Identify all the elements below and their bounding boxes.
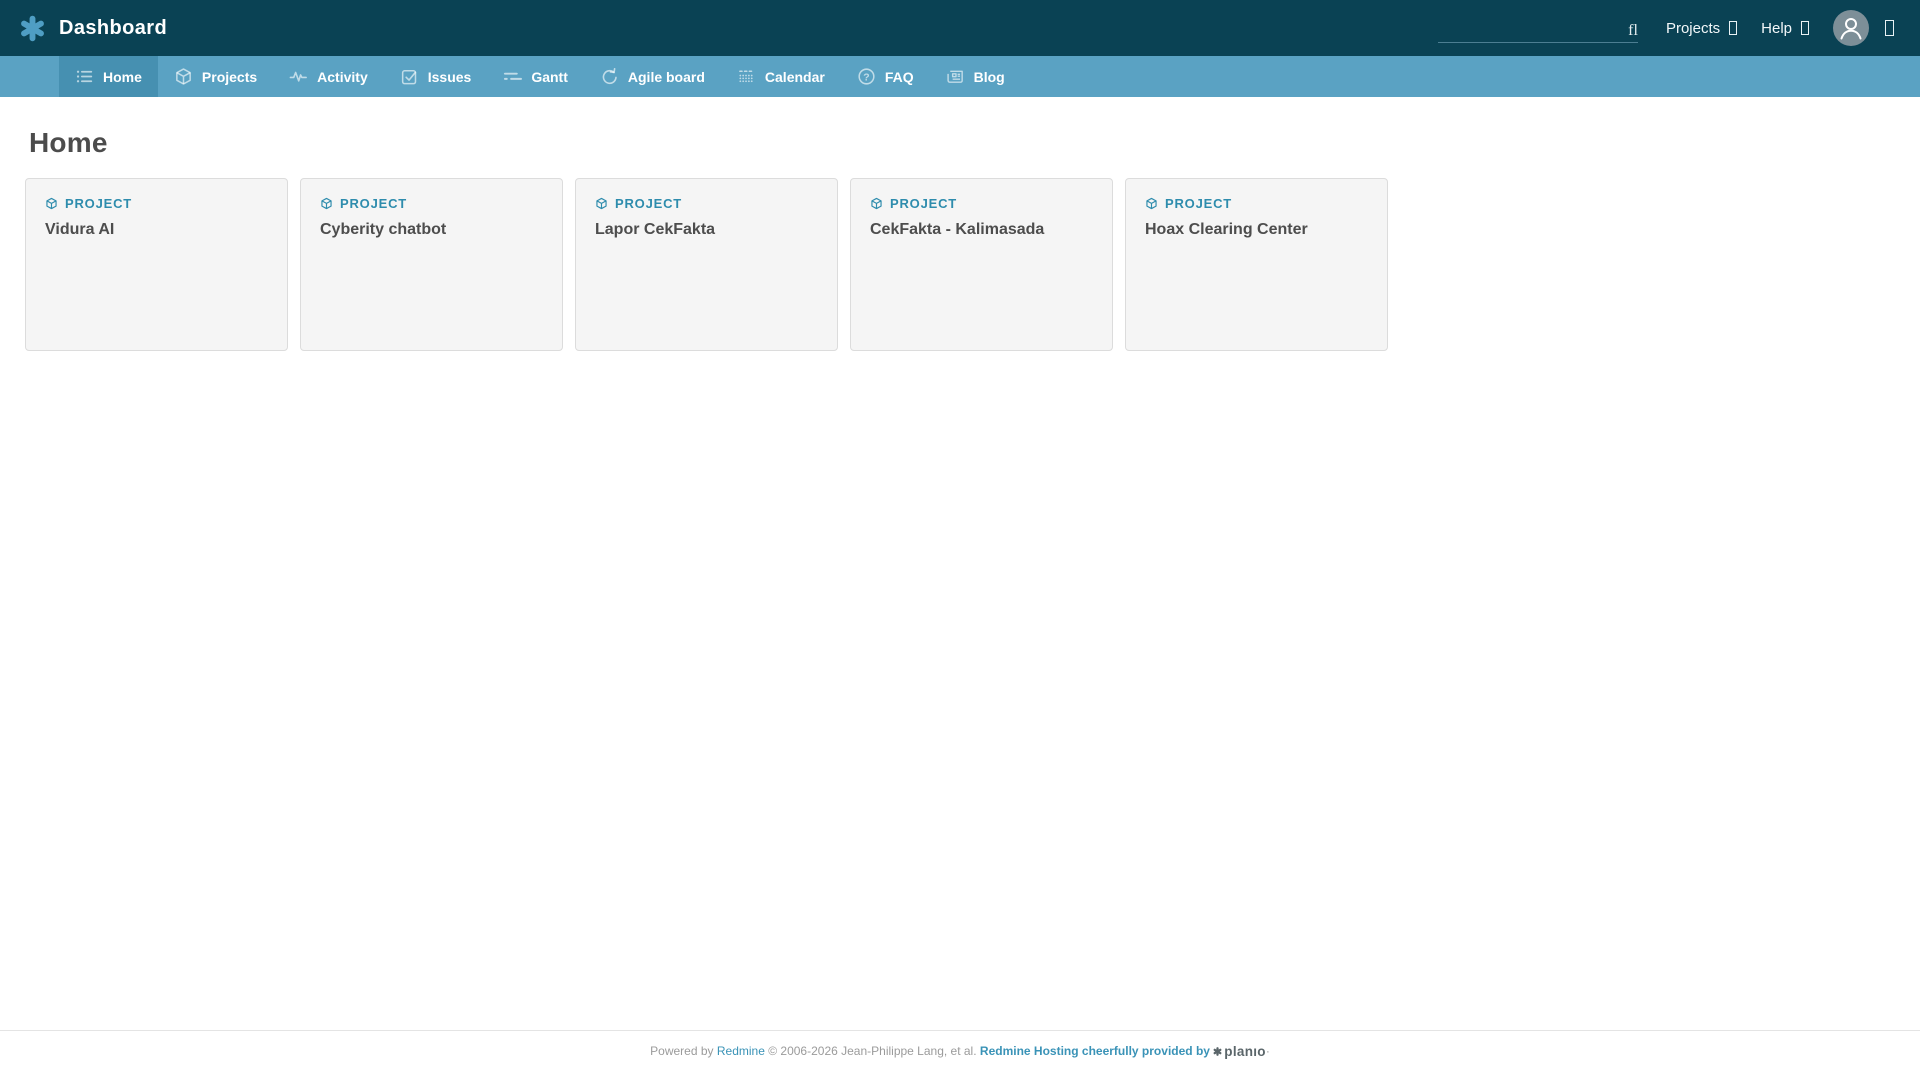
help-menu[interactable]: Help xyxy=(1761,20,1809,37)
redmine-link[interactable]: Redmine xyxy=(717,1044,765,1058)
question-circle-icon: ? xyxy=(857,67,876,86)
project-name-link[interactable]: Cyberity chatbot xyxy=(320,221,543,239)
tab-projects[interactable]: Projects xyxy=(158,56,273,97)
project-name-link[interactable]: CekFakta - Kalimasada xyxy=(870,221,1093,239)
avatar[interactable] xyxy=(1833,10,1869,46)
page-header-title: Dashboard xyxy=(59,16,168,39)
top-header: Dashboard fl Projects Help xyxy=(0,0,1920,56)
main-navigation: Home Projects Activity Issues Gantt Agil… xyxy=(0,56,1920,97)
tab-activity[interactable]: Activity xyxy=(273,56,384,97)
tab-label: Agile board xyxy=(627,68,705,85)
tab-home[interactable]: Home xyxy=(59,56,158,97)
tab-label: Projects xyxy=(201,68,258,85)
projects-menu[interactable]: Projects xyxy=(1665,19,1738,37)
project-card: PROJECT Lapor CekFakta xyxy=(575,178,838,351)
project-type-label: PROJECT xyxy=(615,196,683,211)
redmine-hosting-link[interactable]: Redmine Hosting cheerfully provided by xyxy=(980,1044,1210,1058)
tab-label: Activity xyxy=(317,68,368,85)
tab-label: Gantt xyxy=(531,68,568,85)
chevron-down-icon xyxy=(1729,21,1738,35)
list-icon xyxy=(75,67,94,86)
tab-label: Calendar xyxy=(764,68,825,85)
cube-icon xyxy=(871,197,882,210)
powered-by-text: Powered by xyxy=(650,1044,714,1058)
project-type-label: PROJECT xyxy=(65,196,133,211)
gantt-bars-icon xyxy=(503,67,523,86)
tab-label: Issues xyxy=(427,68,472,85)
project-card: PROJECT Hoax Clearing Center xyxy=(1125,178,1388,351)
planio-logo-icon[interactable] xyxy=(18,14,46,42)
tab-label: Blog xyxy=(973,68,1005,85)
footer-trailing-dot: · xyxy=(1265,1044,1270,1058)
more-menu-icon[interactable] xyxy=(1885,20,1894,36)
tab-faq[interactable]: ? FAQ xyxy=(841,56,930,97)
search-icon: fl xyxy=(1628,22,1638,39)
project-name-link[interactable]: Hoax Clearing Center xyxy=(1145,221,1368,239)
chevron-down-icon xyxy=(1801,21,1809,35)
cube-icon xyxy=(321,197,332,210)
project-type-link[interactable]: PROJECT xyxy=(595,196,818,211)
main-content: Home PROJECT Vidura AI PROJECT Cyberity … xyxy=(0,97,1920,1030)
project-type-link[interactable]: PROJECT xyxy=(1145,196,1368,211)
projects-menu-label: Projects xyxy=(1665,19,1721,37)
page-footer: Powered by Redmine © 2006-2026 Jean-Phil… xyxy=(0,1030,1920,1080)
calendar-dots-icon xyxy=(737,67,756,86)
tab-label: Home xyxy=(103,68,142,85)
project-type-link[interactable]: PROJECT xyxy=(45,196,268,211)
project-type-link[interactable]: PROJECT xyxy=(870,196,1093,211)
project-name-link[interactable]: Vidura AI xyxy=(45,221,268,239)
project-type-label: PROJECT xyxy=(340,196,408,211)
tab-calendar[interactable]: Calendar xyxy=(721,56,841,97)
svg-text:?: ? xyxy=(863,72,869,83)
project-card: PROJECT CekFakta - Kalimasada xyxy=(850,178,1113,351)
project-name-link[interactable]: Lapor CekFakta xyxy=(595,221,818,239)
sprint-cycle-icon xyxy=(600,67,619,86)
check-square-icon xyxy=(400,67,419,86)
tab-label: FAQ xyxy=(884,68,914,85)
tab-blog[interactable]: Blog xyxy=(930,56,1021,97)
asterisk-logo-glyph xyxy=(20,15,44,41)
planio-footer-logo[interactable]: planıo xyxy=(1213,1044,1266,1059)
cube-icon xyxy=(1146,197,1157,210)
pulse-icon xyxy=(289,67,308,86)
project-type-link[interactable]: PROJECT xyxy=(320,196,543,211)
page-title: Home xyxy=(29,127,108,158)
asterisk-logo-icon xyxy=(1213,1047,1222,1056)
search-input[interactable]: fl xyxy=(1437,13,1638,43)
planio-wordmark: planıo xyxy=(1224,1044,1266,1059)
copyright-text: © 2006-2026 Jean-Philippe Lang, et al. xyxy=(768,1044,977,1058)
tab-issues[interactable]: Issues xyxy=(384,56,488,97)
project-type-label: PROJECT xyxy=(890,196,958,211)
tab-agile-board[interactable]: Agile board xyxy=(584,56,721,97)
help-menu-label: Help xyxy=(1761,19,1792,37)
project-card: PROJECT Cyberity chatbot xyxy=(300,178,563,351)
tab-gantt[interactable]: Gantt xyxy=(487,56,584,97)
project-card: PROJECT Vidura AI xyxy=(25,178,288,351)
newspaper-icon xyxy=(946,67,965,86)
project-cards-row: PROJECT Vidura AI PROJECT Cyberity chatb… xyxy=(25,178,1895,351)
cube-icon xyxy=(46,197,57,210)
user-silhouette-icon xyxy=(1840,18,1862,40)
project-type-label: PROJECT xyxy=(1165,196,1233,211)
cube-icon xyxy=(596,197,607,210)
cube-icon xyxy=(174,67,193,86)
